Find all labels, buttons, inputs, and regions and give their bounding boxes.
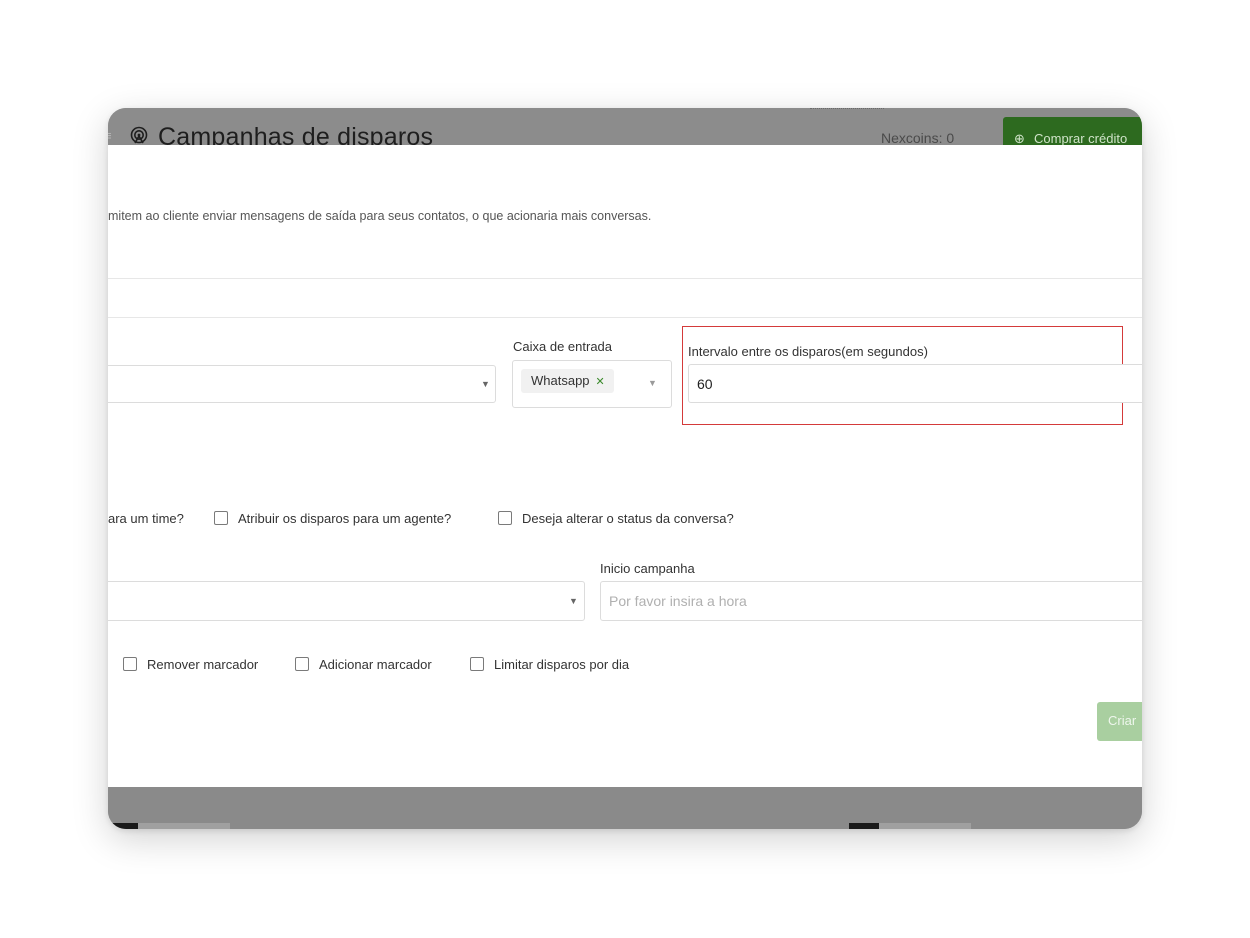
divider [108,317,1142,318]
top-bar: ≡ Campanhas de disparos Nexcoins: 0 ⊕ Co… [108,108,1142,157]
start-label: Inicio campanha [600,561,695,576]
nexcoins-balance: Nexcoins: 0 [881,130,955,146]
change-status-checkbox[interactable] [498,511,512,525]
broadcast-icon [130,126,148,144]
assign-options: ara um time? Atribuir os disparos para u… [108,511,808,529]
app-window: ≡ Campanhas de disparos Nexcoins: 0 ⊕ Co… [108,108,1142,829]
caret-down-icon: ▼ [481,379,490,389]
create-button-label: Criar [1108,713,1137,728]
inbox-tag-label: Whatsapp [531,373,590,388]
inbox-select[interactable]: Whatsapp ✕ ▼ [512,360,672,408]
buy-credits-label: Comprar crédito [1034,131,1128,146]
checkbox-label: Remover marcador [147,657,259,672]
remove-marker-checkbox[interactable] [123,657,137,671]
inbox-label: Caixa de entrada [513,339,613,354]
modal-description: mitem ao cliente enviar mensagens de saí… [108,209,652,223]
marker-options: Remover marcador Adicionar marcador Limi… [123,657,723,675]
menu-icon[interactable]: ≡ [108,128,112,143]
create-campaign-modal: mitem ao cliente enviar mensagens de saí… [108,145,1142,787]
checkbox-label: Limitar disparos por dia [494,657,630,672]
checkbox-label: ara um time? [108,511,184,526]
checkbox-label: Atribuir os disparos para um agente? [238,511,452,526]
caret-down-icon: ▼ [569,596,578,606]
taskbar-block [138,823,230,829]
limit-daily-checkbox[interactable] [470,657,484,671]
inbox-tag: Whatsapp ✕ [521,369,614,393]
create-button[interactable]: Criar [1097,702,1142,741]
add-marker-checkbox[interactable] [295,657,309,671]
checkbox-label: Adicionar marcador [319,657,432,672]
remove-tag-icon[interactable]: ✕ [596,376,605,388]
start-time-input[interactable] [600,581,1142,621]
divider [108,278,1142,279]
divider [810,108,884,110]
interval-input[interactable] [688,364,1142,403]
taskbar-block [879,823,971,829]
status-select[interactable]: ▼ [108,581,585,621]
taskbar-block [849,823,879,829]
bottom-overlay [108,787,1142,829]
caret-down-icon: ▼ [648,378,657,388]
assign-agent-checkbox[interactable] [214,511,228,525]
taskbar-block [108,823,138,829]
interval-label: Intervalo entre os disparos(em segundos) [688,344,928,359]
checkbox-label: Deseja alterar o status da conversa? [522,511,734,526]
contact-list-select[interactable]: ▼ [108,365,496,403]
